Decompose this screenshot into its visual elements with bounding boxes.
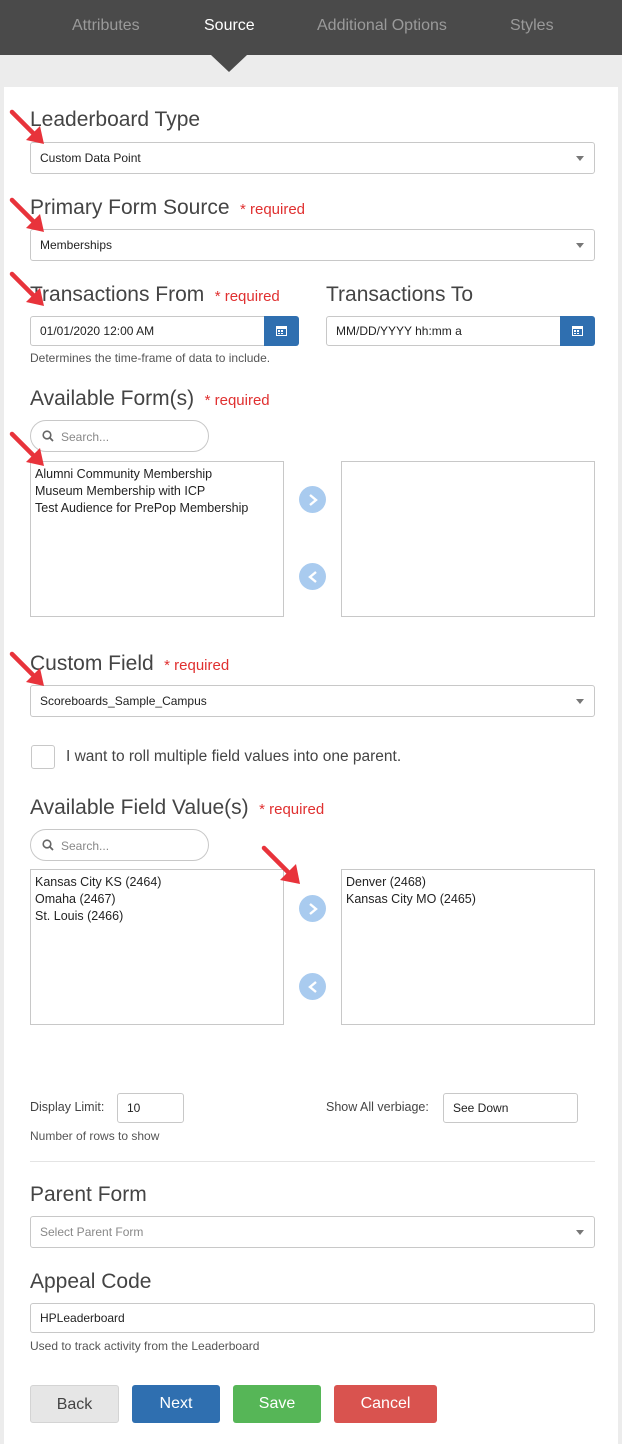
appeal-code-label: Appeal Code — [30, 1270, 152, 1293]
transactions-to-input[interactable]: MM/DD/YYYY hh:mm a — [326, 316, 561, 346]
chevron-left-icon — [308, 981, 317, 993]
primary-form-source-select[interactable]: Memberships — [30, 229, 595, 261]
chevron-down-icon — [576, 699, 584, 704]
annotation-arrow-icon — [9, 431, 44, 466]
left-gutter — [0, 87, 4, 1444]
required-marker: * required — [259, 801, 325, 818]
required-marker: * required — [214, 288, 280, 305]
tab-source[interactable]: Source — [204, 17, 255, 35]
available-field-values-label: Available Field Value(s) — [30, 796, 249, 819]
available-forms-search[interactable]: Search... — [30, 420, 209, 452]
roll-values-checkbox[interactable] — [31, 745, 55, 769]
appeal-code-help: Used to track activity from the Leaderbo… — [30, 1339, 260, 1353]
parent-form-label: Parent Form — [30, 1183, 147, 1206]
roll-values-checkbox-label: I want to roll multiple field values int… — [66, 748, 402, 765]
calendar-icon — [276, 326, 287, 336]
tab-underband — [0, 55, 622, 87]
display-limit-label: Display Limit: — [30, 1100, 105, 1114]
parent-form-placeholder: Select Parent Form — [40, 1225, 144, 1239]
list-item[interactable]: Kansas City MO (2465) — [346, 891, 590, 908]
tab-attributes[interactable]: Attributes — [72, 17, 140, 35]
selected-field-values-list[interactable]: Denver (2468) Kansas City MO (2465) — [341, 869, 595, 1025]
move-values-right-button[interactable] — [299, 895, 326, 922]
transactions-to-calendar-button[interactable] — [560, 316, 595, 346]
chevron-down-icon — [576, 156, 584, 161]
list-item[interactable]: Alumni Community Membership — [35, 466, 279, 483]
chevron-right-icon — [309, 903, 318, 915]
available-field-values-list[interactable]: Kansas City KS (2464) Omaha (2467) St. L… — [30, 869, 284, 1025]
leaderboard-type-select[interactable]: Custom Data Point — [30, 142, 595, 174]
leaderboard-type-label: Leaderboard Type — [30, 108, 201, 131]
transactions-from-label: Transactions From — [30, 283, 205, 306]
list-item[interactable]: Omaha (2467) — [35, 891, 279, 908]
save-button[interactable]: Save — [233, 1385, 321, 1423]
active-tab-caret — [211, 55, 247, 72]
available-forms-heading: Available Form(s) * required — [30, 387, 270, 411]
field-values-search[interactable]: Search... — [30, 829, 209, 861]
selected-forms-list[interactable] — [341, 461, 595, 617]
next-button[interactable]: Next — [132, 1385, 220, 1423]
appeal-code-input[interactable]: HPLeaderboard — [30, 1303, 595, 1333]
required-marker: * required — [204, 392, 270, 409]
annotation-arrow-icon — [9, 109, 44, 144]
primary-form-source-value: Memberships — [40, 238, 113, 252]
show-all-label: Show All verbiage: — [326, 1100, 429, 1114]
list-item[interactable]: St. Louis (2466) — [35, 908, 279, 925]
available-forms-list[interactable]: Alumni Community Membership Museum Membe… — [30, 461, 284, 617]
transactions-from-calendar-button[interactable] — [264, 316, 299, 346]
transactions-from-help: Determines the time-frame of data to inc… — [30, 351, 271, 365]
field-values-search-placeholder: Search... — [61, 839, 110, 853]
back-button[interactable]: Back — [30, 1385, 119, 1423]
transactions-from-input[interactable]: 01/01/2020 12:00 AM — [30, 316, 265, 346]
custom-field-select[interactable]: Scoreboards_Sample_Campus — [30, 685, 595, 717]
custom-field-label: Custom Field — [30, 652, 154, 675]
annotation-arrow-icon — [9, 651, 44, 686]
required-marker: * required — [164, 657, 230, 674]
annotation-arrow-icon — [9, 197, 44, 232]
section-divider — [30, 1161, 595, 1162]
required-marker: * required — [239, 201, 306, 218]
search-icon — [42, 839, 54, 851]
chevron-down-icon — [576, 1230, 584, 1235]
leaderboard-type-value: Custom Data Point — [40, 151, 141, 165]
annotation-arrow-icon — [9, 271, 44, 306]
display-limit-help: Number of rows to show — [30, 1129, 160, 1143]
primary-form-source-label: Primary Form Source — [30, 196, 230, 219]
available-forms-search-placeholder: Search... — [61, 430, 110, 444]
move-forms-left-button[interactable] — [299, 563, 326, 590]
move-forms-right-button[interactable] — [299, 486, 326, 513]
chevron-down-icon — [576, 243, 584, 248]
show-all-input[interactable]: See Down — [443, 1093, 578, 1123]
list-item[interactable]: Test Audience for PrePop Membership — [35, 500, 279, 517]
calendar-icon — [572, 326, 583, 336]
cancel-button[interactable]: Cancel — [334, 1385, 437, 1423]
right-gutter — [618, 87, 622, 1444]
available-field-values-heading: Available Field Value(s) * required — [30, 796, 324, 820]
chevron-left-icon — [308, 571, 317, 583]
top-nav: Attributes Source Additional Options Sty… — [0, 0, 622, 55]
tab-styles[interactable]: Styles — [510, 17, 554, 35]
transactions-to-label: Transactions To — [326, 283, 474, 306]
primary-form-source-heading: Primary Form Source * required — [30, 196, 305, 220]
chevron-right-icon — [309, 494, 318, 506]
parent-form-select[interactable]: Select Parent Form — [30, 1216, 595, 1248]
display-limit-input[interactable]: 10 — [117, 1093, 184, 1123]
move-values-left-button[interactable] — [299, 973, 326, 1000]
annotation-arrow-icon — [261, 845, 300, 884]
custom-field-value: Scoreboards_Sample_Campus — [40, 694, 207, 708]
available-forms-label: Available Form(s) — [30, 387, 195, 410]
list-item[interactable]: Museum Membership with ICP — [35, 483, 279, 500]
tab-additional-options[interactable]: Additional Options — [317, 17, 447, 35]
custom-field-heading: Custom Field * required — [30, 652, 229, 676]
list-item[interactable]: Denver (2468) — [346, 874, 590, 891]
list-item[interactable]: Kansas City KS (2464) — [35, 874, 279, 891]
transactions-from-heading: Transactions From * required — [30, 283, 280, 307]
